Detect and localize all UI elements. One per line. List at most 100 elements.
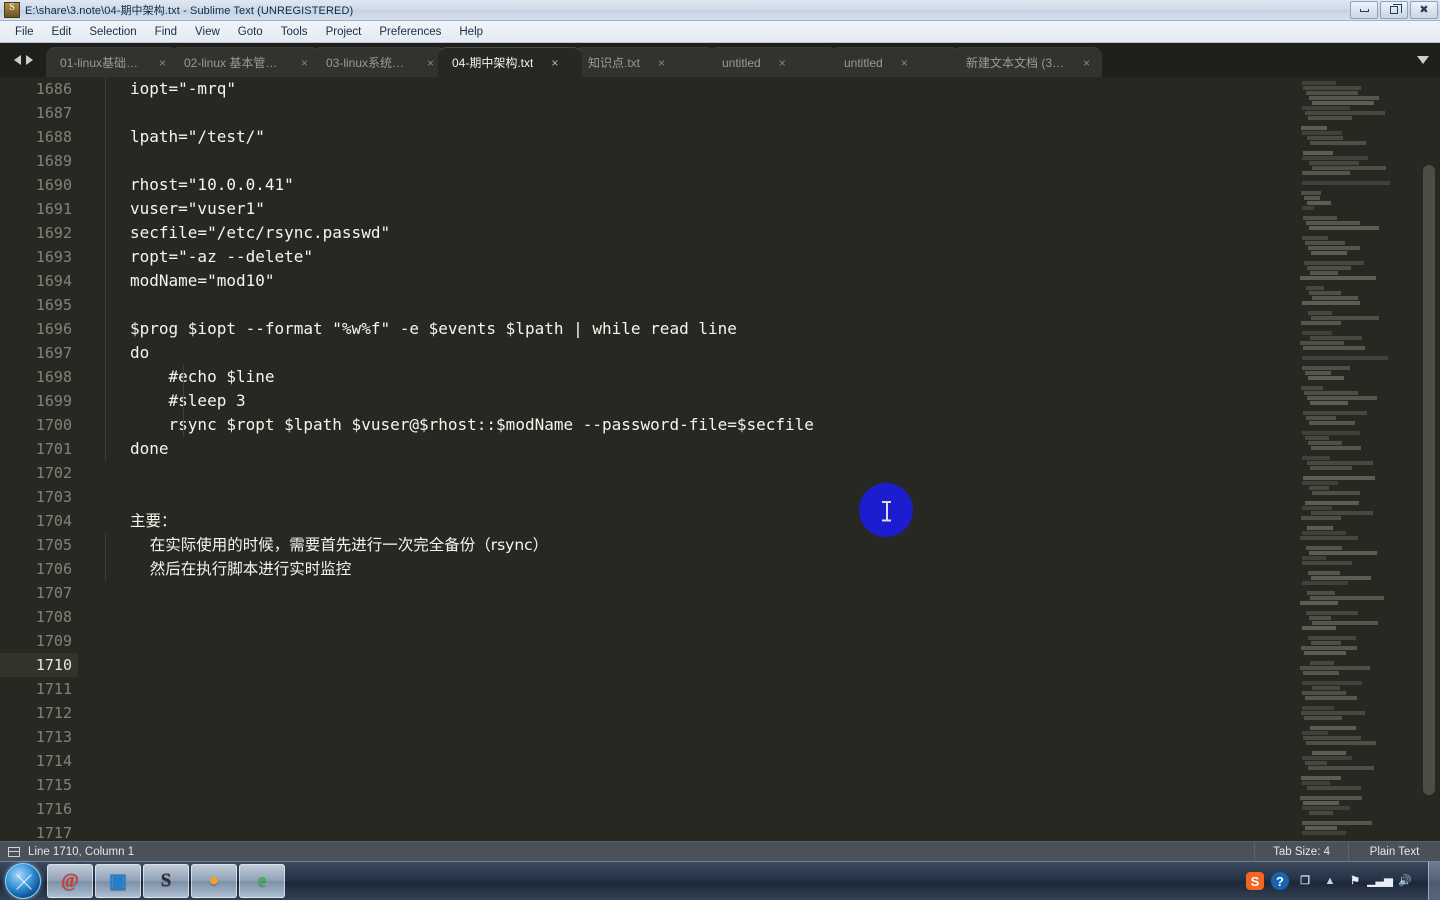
code-line-1716[interactable]: 1716	[0, 797, 1300, 821]
code-line-1712[interactable]: 1712	[0, 701, 1300, 725]
tab-7[interactable]: 新建文本文档 (3).txt ×	[952, 47, 1102, 77]
tab-close-icon[interactable]: ×	[1083, 57, 1090, 69]
code-line-1713[interactable]: 1713	[0, 725, 1300, 749]
code-line-1689[interactable]: 1689	[0, 149, 1300, 173]
line-number: 1699	[35, 392, 72, 410]
minimize-button[interactable]	[1350, 1, 1378, 19]
menu-item-tools[interactable]: Tools	[272, 24, 317, 40]
code-line-1706[interactable]: 1706 然后在执行脚本进行实时监控	[0, 557, 1300, 581]
xmind-taskbar-button[interactable]: @	[47, 864, 93, 898]
tab-overflow-button[interactable]	[1406, 43, 1440, 77]
menu-item-find[interactable]: Find	[146, 24, 186, 40]
menu-item-help[interactable]: Help	[450, 24, 492, 40]
vertical-scrollbar[interactable]	[1418, 77, 1440, 841]
minimap-line	[1302, 171, 1350, 175]
indent-guide	[105, 317, 106, 341]
menu-item-preferences[interactable]: Preferences	[370, 24, 450, 40]
start-button[interactable]	[5, 863, 41, 899]
code-line-1707[interactable]: 1707	[0, 581, 1300, 605]
code-line-1688[interactable]: 1688 lpath="/test/"	[0, 125, 1300, 149]
code-line-1709[interactable]: 1709	[0, 629, 1300, 653]
code-line-1700[interactable]: 1700 rsync $ropt $lpath $vuser@$rhost::$…	[0, 413, 1300, 437]
code-line-1698[interactable]: 1698 #echo $line	[0, 365, 1300, 389]
code-text: 然后在执行脚本进行实时监控	[130, 560, 352, 578]
tab-1[interactable]: 02-linux 基本管理.txt ×	[170, 47, 320, 77]
close-button[interactable]: ✖	[1410, 1, 1438, 19]
code-line-1705[interactable]: 1705 在实际使用的时候，需要首先进行一次完全备份（rsync）	[0, 533, 1300, 557]
tab-6[interactable]: untitled ×	[830, 47, 960, 77]
tab-3[interactable]: 04-期中架构.txt ×	[438, 47, 582, 77]
menu-item-edit[interactable]: Edit	[43, 24, 81, 40]
code-line-1690[interactable]: 1690 rhost="10.0.0.41"	[0, 173, 1300, 197]
tab-2[interactable]: 03-linux系统管理 ×	[312, 47, 446, 77]
minimap-line	[1312, 166, 1386, 170]
code-line-1717[interactable]: 1717	[0, 821, 1300, 841]
minimap-line	[1307, 396, 1377, 400]
minimap-line	[1302, 691, 1346, 695]
minimap-line	[1302, 706, 1334, 710]
volume-tray-icon[interactable]: 🔊	[1396, 872, 1414, 890]
vmware-taskbar-button[interactable]: ▣	[95, 864, 141, 898]
code-line-1697[interactable]: 1697 do	[0, 341, 1300, 365]
tab-close-icon[interactable]: ×	[301, 57, 308, 69]
sogou-input-tray-icon[interactable]: S	[1246, 872, 1264, 890]
menu-item-project[interactable]: Project	[317, 24, 371, 40]
action-center-tray-icon[interactable]: ⚑	[1346, 872, 1364, 890]
code-line-1711[interactable]: 1711	[0, 677, 1300, 701]
show-desktop-button[interactable]	[1428, 861, 1440, 900]
tab-close-icon[interactable]: ×	[551, 57, 558, 69]
code-line-1696[interactable]: 1696 $prog $iopt --format "%w%f" -e $even…	[0, 317, 1300, 341]
menu-item-goto[interactable]: Goto	[229, 24, 272, 40]
code-line-1695[interactable]: 1695	[0, 293, 1300, 317]
code-line-1699[interactable]: 1699 #sleep 3	[0, 389, 1300, 413]
show-hidden-icons-tray-icon[interactable]: ▲	[1321, 872, 1339, 890]
code-line-1704[interactable]: 1704 主要：	[0, 509, 1300, 533]
code-line-1708[interactable]: 1708	[0, 605, 1300, 629]
minimap[interactable]	[1300, 77, 1418, 841]
editor-pane[interactable]: 1686 iopt="-mrq" 1687 1688 lpath="/test/" 168…	[0, 77, 1440, 841]
tab-size-button[interactable]: Tab Size: 4	[1254, 841, 1348, 862]
code-line-1701[interactable]: 1701 done	[0, 437, 1300, 461]
paint-icon: ●	[208, 870, 220, 891]
code-line-1714[interactable]: 1714	[0, 749, 1300, 773]
code-line-1710[interactable]: 1710	[0, 653, 1300, 677]
tab-close-icon[interactable]: ×	[427, 57, 434, 69]
paint-taskbar-button[interactable]: ●	[191, 864, 237, 898]
minimap-line	[1306, 611, 1358, 615]
tab-close-icon[interactable]: ×	[658, 57, 665, 69]
taskbar-buttons: @ ▣ S ● e	[47, 864, 285, 898]
code-line-1692[interactable]: 1692 secfile="/etc/rsync.passwd"	[0, 221, 1300, 245]
minimap-line	[1303, 801, 1339, 805]
code-line-1702[interactable]: 1702	[0, 461, 1300, 485]
minimap-line	[1300, 796, 1362, 800]
browser-taskbar-button[interactable]: e	[239, 864, 285, 898]
sublime-text-taskbar-button[interactable]: S	[143, 864, 189, 898]
tab-next-icon[interactable]	[25, 55, 33, 65]
restore-button[interactable]	[1380, 1, 1408, 19]
code-line-1715[interactable]: 1715	[0, 773, 1300, 797]
tab-close-icon[interactable]: ×	[159, 57, 166, 69]
code-line-1703[interactable]: 1703	[0, 485, 1300, 509]
tab-5[interactable]: untitled ×	[708, 47, 838, 77]
code-line-1691[interactable]: 1691 vuser="vuser1"	[0, 197, 1300, 221]
menu-item-view[interactable]: View	[186, 24, 229, 40]
menu-item-file[interactable]: File	[6, 24, 43, 40]
tab-close-icon[interactable]: ×	[779, 57, 786, 69]
code-line-1687[interactable]: 1687	[0, 101, 1300, 125]
menu-item-selection[interactable]: Selection	[80, 24, 145, 40]
tab-4[interactable]: 知识点.txt ×	[574, 47, 716, 77]
code-line-1686[interactable]: 1686 iopt="-mrq"	[0, 77, 1300, 101]
tab-close-icon[interactable]: ×	[901, 57, 908, 69]
code-text: 主要：	[130, 512, 177, 530]
code-line-1693[interactable]: 1693 ropt="-az --delete"	[0, 245, 1300, 269]
tab-prev-icon[interactable]	[13, 55, 21, 65]
minimap-line	[1302, 831, 1346, 835]
window-tray-icon[interactable]: ❐	[1296, 872, 1314, 890]
scrollbar-thumb[interactable]	[1423, 165, 1435, 795]
help-tray-icon[interactable]: ?	[1271, 872, 1289, 890]
network-tray-icon[interactable]: ▁▃▅	[1367, 872, 1392, 890]
code-line-1694[interactable]: 1694 modName="mod10"	[0, 269, 1300, 293]
syntax-mode-button[interactable]: Plain Text	[1348, 841, 1440, 862]
tab-nav-arrows[interactable]	[0, 43, 46, 77]
tab-0[interactable]: 01-linux基础.txt ×	[46, 47, 178, 77]
